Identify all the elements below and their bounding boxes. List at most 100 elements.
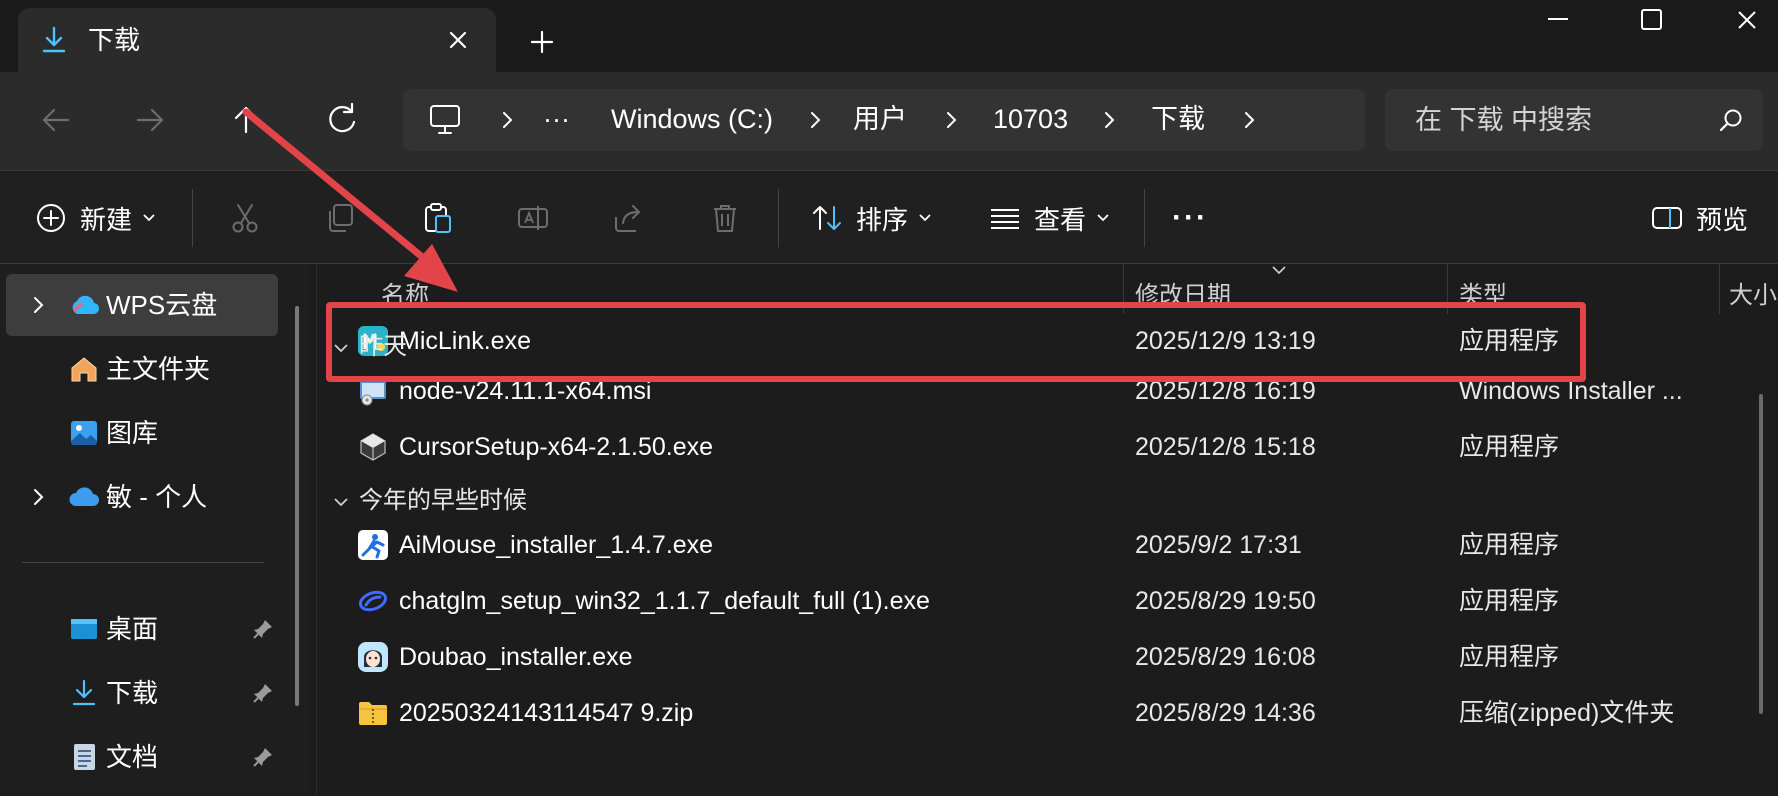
toolbar-divider	[192, 189, 193, 247]
view-list-icon	[991, 209, 1019, 229]
table-row[interactable]: AiMouse_installer_1.4.7.exe 2025/9/2 17:…	[317, 520, 1778, 570]
file-list-scrollbar-thumb[interactable]	[1759, 394, 1763, 714]
file-name: 20250324143114547 9.zip	[399, 699, 694, 727]
sidebar-item-desktop[interactable]: 桌面	[6, 598, 278, 660]
pin-icon[interactable]	[252, 682, 274, 704]
file-date: 2025/8/29 14:36	[1135, 699, 1316, 727]
close-window-icon[interactable]	[1698, 0, 1778, 46]
sidebar-item-downloads[interactable]: 下载	[6, 662, 278, 724]
file-name: chatglm_setup_win32_1.1.7_default_full (…	[399, 587, 930, 615]
breadcrumb-item-downloads[interactable]: 下载	[1151, 101, 1205, 137]
file-date: 2025/8/29 16:08	[1135, 643, 1316, 671]
breadcrumb-ellipsis[interactable]: ···	[543, 101, 570, 137]
aimouse-icon	[358, 530, 388, 560]
toolbar-divider	[1144, 189, 1145, 247]
group-collapse-icon[interactable]	[333, 496, 349, 508]
new-tab-icon[interactable]	[522, 22, 562, 62]
file-list-scrollbar[interactable]	[1757, 394, 1765, 774]
command-bar: 新建 排序 查看 ··· 预览	[0, 170, 1778, 264]
breadcrumb-item-drive[interactable]: Windows (C:)	[611, 101, 773, 137]
address-bar: ··· Windows (C:) 用户 10703 下载 在 下载 中搜索	[0, 72, 1778, 170]
title-bar: 下载	[0, 0, 1778, 72]
sidebar-scrollbar[interactable]	[290, 276, 304, 784]
navigation-pane: WPS云盘 主文件夹 图库 敏 - 个人 桌面 下载 文档	[0, 264, 310, 796]
new-button[interactable]: 新建	[34, 191, 156, 245]
column-header-size[interactable]: 大小	[1729, 276, 1778, 316]
expand-chevron-icon[interactable]	[32, 486, 46, 508]
this-pc-icon[interactable]	[427, 103, 463, 137]
delete-button[interactable]	[708, 191, 742, 245]
breadcrumb-chevron-icon[interactable]	[497, 109, 517, 131]
more-options-button[interactable]: ···	[1172, 191, 1208, 245]
tab-downloads[interactable]: 下载	[18, 8, 496, 72]
preview-button[interactable]: 预览	[1650, 191, 1748, 245]
breadcrumb-item-users[interactable]: 用户	[853, 101, 907, 137]
sidebar-item-label: WPS云盘	[106, 290, 218, 320]
trash-icon	[714, 205, 736, 232]
sidebar-item-gallery[interactable]: 图库	[6, 402, 278, 464]
breadcrumb[interactable]: ··· Windows (C:) 用户 10703 下载	[403, 89, 1365, 151]
share-button[interactable]	[612, 191, 646, 245]
rename-icon	[518, 206, 548, 230]
breadcrumb-chevron-icon[interactable]	[941, 109, 961, 131]
doubao-icon	[358, 642, 388, 672]
copy-button[interactable]	[324, 191, 358, 245]
view-button[interactable]: 查看	[988, 191, 1110, 245]
cut-icon	[232, 204, 258, 233]
close-tab-icon[interactable]	[440, 22, 476, 58]
sidebar-item-label: 桌面	[106, 614, 159, 644]
file-type: 应用程序	[1459, 643, 1560, 671]
column-divider[interactable]	[1719, 264, 1720, 314]
share-icon	[615, 205, 640, 232]
cloud-icon	[72, 295, 100, 315]
download-icon	[72, 679, 96, 706]
sidebar-scrollbar-thumb[interactable]	[295, 306, 299, 706]
chevron-down-icon	[143, 214, 155, 222]
back-arrow-icon[interactable]	[28, 92, 84, 148]
search-placeholder: 在 下载 中搜索	[1415, 105, 1593, 135]
breadcrumb-chevron-icon[interactable]	[1239, 109, 1259, 131]
table-row[interactable]: CursorSetup-x64-2.1.50.exe 2025/12/8 15:…	[317, 422, 1778, 472]
expand-chevron-icon[interactable]	[32, 294, 46, 316]
breadcrumb-chevron-icon[interactable]	[1099, 109, 1119, 131]
paste-icon	[425, 203, 451, 233]
file-type: 应用程序	[1459, 433, 1560, 461]
view-button-label: 查看	[1034, 204, 1087, 235]
minimize-icon[interactable]	[1512, 0, 1602, 46]
pin-icon[interactable]	[252, 746, 274, 768]
sidebar-item-label: 图库	[106, 418, 159, 448]
file-type: 压缩(zipped)文件夹	[1459, 699, 1675, 727]
chevron-down-icon	[1097, 214, 1109, 222]
download-icon	[42, 26, 66, 53]
cut-button[interactable]	[228, 191, 262, 245]
file-date: 2025/8/29 19:50	[1135, 587, 1316, 615]
chatglm-icon	[358, 590, 388, 612]
search-input[interactable]: 在 下载 中搜索	[1385, 89, 1763, 151]
sidebar-item-onedrive[interactable]: 敏 - 个人	[6, 466, 278, 528]
pin-icon[interactable]	[252, 618, 274, 640]
breadcrumb-item-user[interactable]: 10703	[993, 101, 1068, 137]
desktop-icon	[71, 619, 97, 639]
forward-arrow-icon[interactable]	[122, 92, 178, 148]
document-icon	[74, 744, 95, 770]
table-row[interactable]: chatglm_setup_win32_1.1.7_default_full (…	[317, 576, 1778, 626]
paste-button[interactable]	[420, 191, 454, 245]
maximize-icon[interactable]	[1606, 0, 1696, 46]
table-row[interactable]: 20250324143114547 9.zip 2025/8/29 14:36 …	[317, 688, 1778, 738]
zip-folder-icon	[359, 702, 387, 725]
sidebar-item-documents[interactable]: 文档	[6, 726, 278, 788]
refresh-icon[interactable]	[314, 92, 370, 148]
group-header-earlier-this-year[interactable]: 今年的早些时候	[359, 484, 527, 518]
sidebar-item-home[interactable]: 主文件夹	[6, 338, 278, 400]
home-icon	[71, 357, 97, 382]
sort-button[interactable]: 排序	[810, 191, 932, 245]
preview-button-label: 预览	[1696, 204, 1749, 235]
breadcrumb-chevron-icon[interactable]	[805, 109, 825, 131]
sidebar-item-wps-cloud[interactable]: WPS云盘	[6, 274, 278, 336]
up-arrow-icon[interactable]	[218, 92, 274, 148]
rename-button[interactable]	[516, 191, 550, 245]
table-row[interactable]: Doubao_installer.exe 2025/8/29 16:08 应用程…	[317, 632, 1778, 682]
file-name: AiMouse_installer_1.4.7.exe	[399, 531, 714, 559]
sort-button-label: 排序	[856, 204, 909, 235]
search-icon[interactable]	[1717, 107, 1745, 135]
